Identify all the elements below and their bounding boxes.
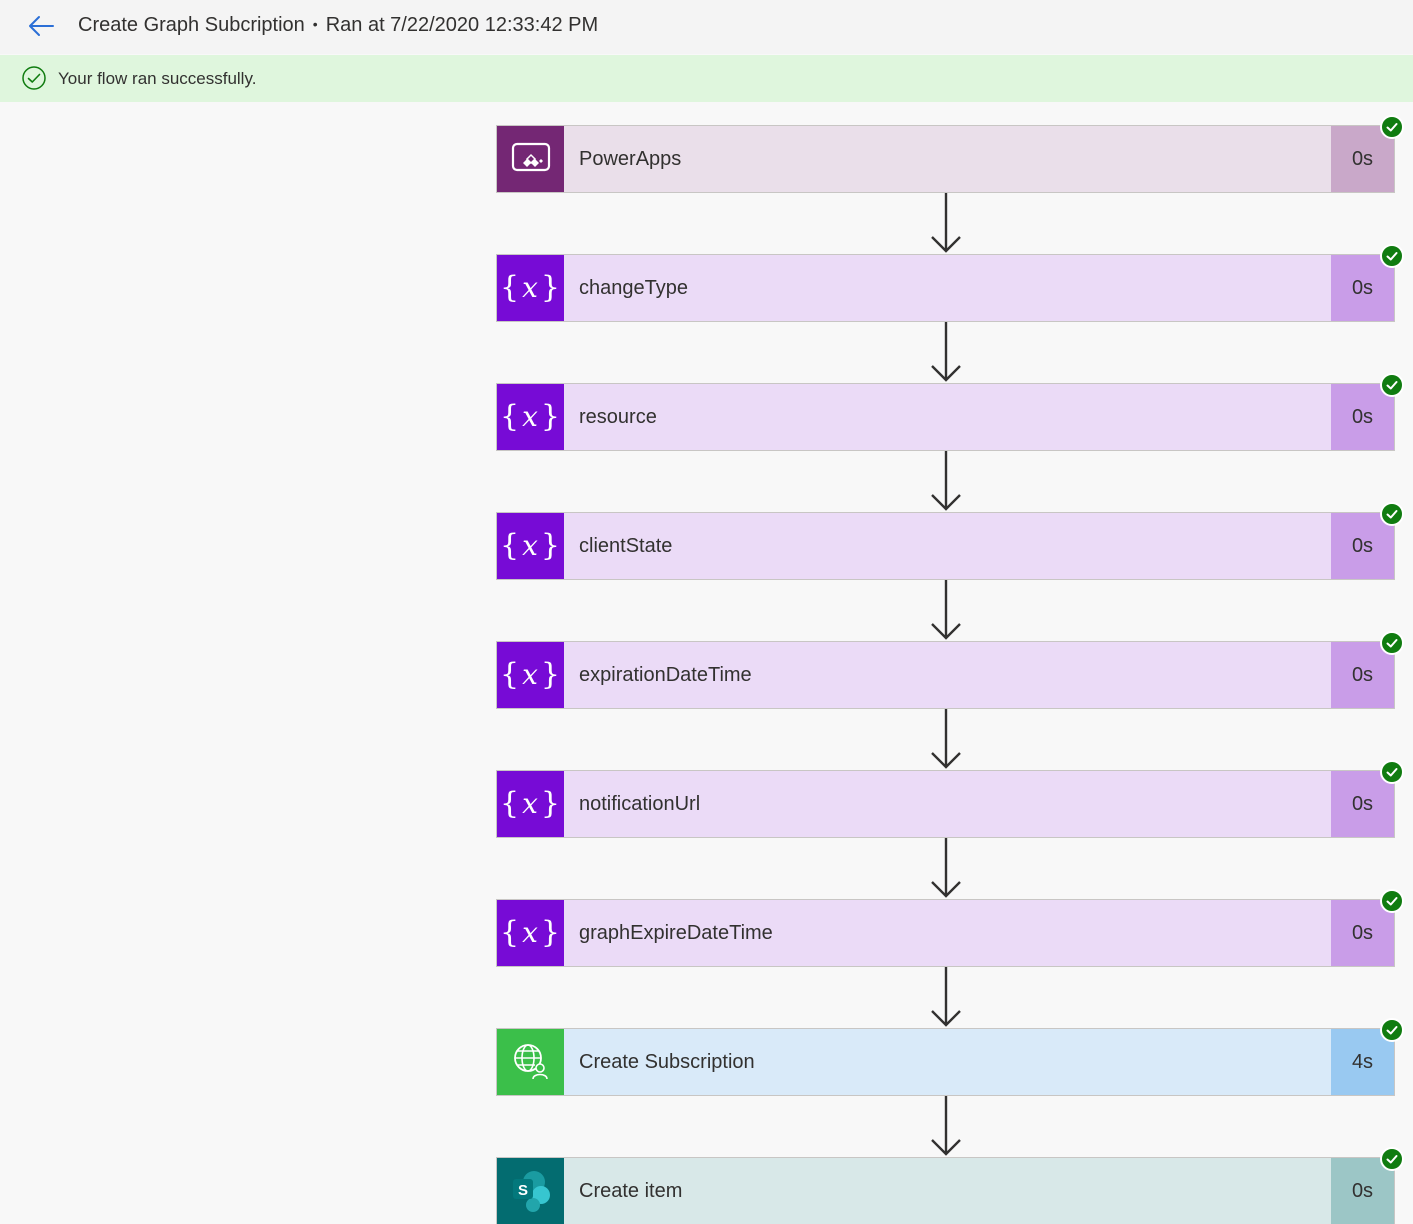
flow-connector-arrow-icon	[931, 322, 961, 382]
title-separator: •	[312, 16, 318, 32]
step-card-create-subscription[interactable]: Create Subscription 4s	[496, 1028, 1395, 1096]
checkmark-icon	[1386, 252, 1398, 261]
step-success-badge	[1380, 631, 1404, 655]
step-card-expirationdatetime[interactable]: {x} expirationDateTime 0s	[496, 641, 1395, 709]
checkmark-icon	[1386, 639, 1398, 648]
variable-icon: {x}	[500, 786, 561, 821]
svg-text:S: S	[517, 1182, 527, 1199]
step-label: PowerApps	[579, 147, 682, 170]
step-success-badge	[1380, 502, 1404, 526]
step-label: Create Subscription	[579, 1050, 755, 1073]
step-card-resource[interactable]: {x} resource 0s	[496, 383, 1395, 451]
variable-icon: {x}	[500, 399, 561, 434]
checkmark-icon	[1386, 768, 1398, 777]
step-icon-box	[497, 1029, 564, 1095]
flow-connector-arrow-icon	[931, 193, 961, 253]
sharepoint-icon: S	[512, 1171, 550, 1212]
page-title: Create Graph Subcription • Ran at 7/22/202…	[78, 14, 598, 37]
flow-connector-arrow-icon	[931, 967, 961, 1027]
back-button[interactable]	[26, 11, 56, 41]
step-success-badge	[1380, 373, 1404, 397]
powerapps-icon	[511, 142, 550, 172]
step-label: clientState	[579, 534, 673, 557]
step-icon-box: {x}	[497, 255, 564, 321]
variable-icon: {x}	[500, 657, 561, 692]
step-card-create-item[interactable]: S Create item 0s	[496, 1157, 1395, 1224]
run-timestamp: Ran at 7/22/2020 12:33:42 PM	[325, 14, 599, 36]
step-icon-box: {x}	[497, 642, 564, 708]
flow-connector-arrow-icon	[931, 838, 961, 898]
step-icon-box: S	[497, 1158, 564, 1224]
step-icon-box: {x}	[497, 513, 564, 579]
step-success-badge	[1380, 244, 1404, 268]
http-globe-icon	[513, 1044, 548, 1080]
checkmark-icon	[1386, 381, 1398, 390]
flow-connector-arrow-icon	[931, 451, 961, 511]
flow-connector-arrow-icon	[931, 580, 961, 640]
checkmark-icon	[1386, 1026, 1398, 1035]
back-arrow-icon	[29, 16, 54, 36]
step-label: expirationDateTime	[579, 663, 752, 686]
step-label: graphExpireDateTime	[579, 921, 773, 944]
variable-icon: {x}	[500, 528, 561, 563]
step-label: Create item	[579, 1179, 683, 1202]
step-label: notificationUrl	[579, 792, 701, 815]
step-card-graphexpiredatetime[interactable]: {x} graphExpireDateTime 0s	[496, 899, 1395, 967]
success-message: Your flow ran successfully.	[58, 69, 257, 88]
step-success-badge	[1380, 115, 1404, 139]
step-card-clientstate[interactable]: {x} clientState 0s	[496, 512, 1395, 580]
success-banner: Your flow ran successfully.	[0, 55, 1413, 102]
variable-icon: {x}	[500, 270, 561, 305]
flow-connector-arrow-icon	[931, 1096, 961, 1156]
step-success-badge	[1380, 1018, 1404, 1042]
step-success-badge	[1380, 889, 1404, 913]
step-success-badge	[1380, 1147, 1404, 1171]
checkmark-icon	[1386, 123, 1398, 132]
flow-connector-arrow-icon	[931, 709, 961, 769]
variable-icon: {x}	[500, 915, 561, 950]
step-icon-box: {x}	[497, 384, 564, 450]
step-label: changeType	[579, 276, 688, 299]
flow-name: Create Graph Subcription	[78, 14, 305, 36]
step-icon-box	[497, 126, 564, 192]
checkmark-icon	[1386, 510, 1398, 519]
step-label: resource	[579, 405, 657, 428]
step-icon-box: {x}	[497, 771, 564, 837]
step-success-badge	[1380, 760, 1404, 784]
step-icon-box: {x}	[497, 900, 564, 966]
step-card-notificationurl[interactable]: {x} notificationUrl 0s	[496, 770, 1395, 838]
checkmark-icon	[1386, 1155, 1398, 1164]
step-card-powerapps[interactable]: PowerApps 0s	[496, 125, 1395, 193]
run-header: Create Graph Subcription • Ran at 7/22/202…	[0, 0, 1413, 54]
step-card-changetype[interactable]: {x} changeType 0s	[496, 254, 1395, 322]
success-check-icon	[22, 66, 46, 90]
checkmark-icon	[1386, 897, 1398, 906]
